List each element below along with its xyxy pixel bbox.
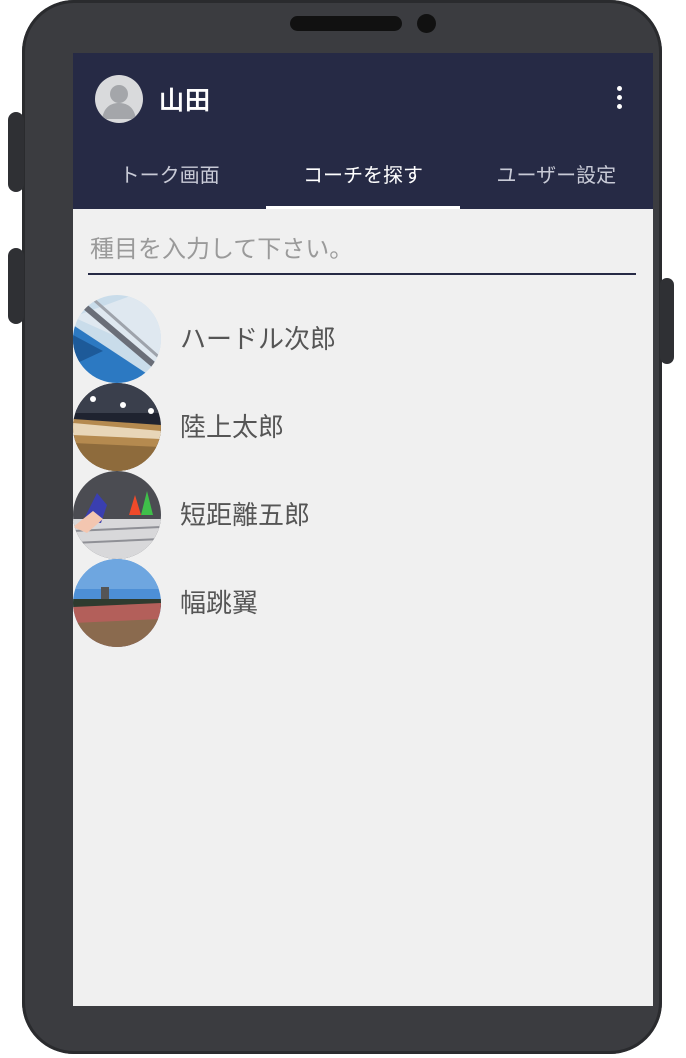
user-name: 山田 [159,86,212,115]
coach-list: ハードル次郎 陸上太郎 短距離五郎 幅跳翼 [73,295,653,647]
list-item[interactable]: ハードル次郎 [73,295,653,383]
list-item[interactable]: 陸上太郎 [73,383,653,471]
event-search-input[interactable] [88,229,640,269]
coach-avatar-jump [73,559,161,647]
speaker-grille [290,16,402,31]
list-item[interactable]: 短距離五郎 [73,471,653,559]
coach-name: 幅跳翼 [180,589,259,619]
more-vert-icon[interactable] [607,81,631,113]
coach-avatar-hurdle [73,295,161,383]
front-camera [417,14,436,33]
power-button [660,278,674,364]
app-screen: 山田 トーク画面 コーチを探す ユーザー設定 種目を入力して下さい。 ハードル次… [73,53,653,1006]
coach-name: ハードル次郎 [180,325,337,355]
volume-down-button [8,248,24,324]
tab-talk[interactable]: トーク画面 [73,153,266,209]
app-bar: 山田 トーク画面 コーチを探す ユーザー設定 [73,53,653,209]
tab-find-coach[interactable]: コーチを探す [266,153,460,209]
phone-frame: 山田 トーク画面 コーチを探す ユーザー設定 種目を入力して下さい。 ハードル次… [8,0,674,1054]
list-item[interactable]: 幅跳翼 [73,559,653,647]
user-avatar-icon[interactable] [95,75,143,123]
coach-avatar-track [73,383,161,471]
volume-up-button [8,112,24,192]
coach-name: 陸上太郎 [180,413,285,443]
coach-name: 短距離五郎 [180,501,311,531]
tab-user-settings[interactable]: ユーザー設定 [460,153,653,209]
coach-avatar-sprint [73,471,161,559]
event-search-field [88,229,640,275]
tab-bar: トーク画面 コーチを探す ユーザー設定 [73,153,653,209]
